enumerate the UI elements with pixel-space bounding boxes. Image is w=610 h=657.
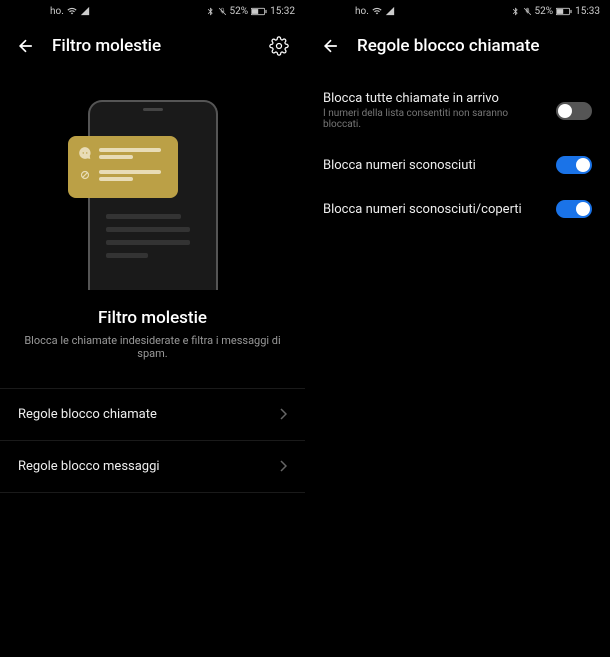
setting-label: Blocca tutte chiamate in arrivo [323, 91, 544, 106]
time-label: 15:32 [270, 6, 295, 17]
chat-icon [78, 146, 92, 160]
carrier-label: ho. [50, 6, 64, 17]
app-header: Filtro molestie [0, 22, 305, 70]
setting-label: Blocca numeri sconosciuti [323, 158, 544, 173]
signal-icon [385, 6, 395, 16]
setting-block-hidden: Blocca numeri sconosciuti/coperti [305, 187, 610, 231]
setting-block-all: Blocca tutte chiamate in arrivo I numeri… [305, 78, 610, 143]
menu-call-rules[interactable]: Regole blocco chiamate [0, 388, 305, 441]
settings-list: Blocca tutte chiamate in arrivo I numeri… [305, 70, 610, 231]
page-title: Filtro molestie [52, 36, 253, 56]
menu-label: Regole blocco chiamate [18, 407, 157, 422]
chevron-right-icon [279, 405, 287, 424]
menu-label: Regole blocco messaggi [18, 459, 160, 474]
setting-label: Blocca numeri sconosciuti/coperti [323, 202, 544, 217]
wifi-icon [372, 6, 382, 16]
mute-icon [523, 7, 532, 16]
feature-title: Filtro molestie [0, 308, 305, 328]
screen-filtro-molestie: ho. 52% 15:32 Filtro molestie [0, 0, 305, 657]
status-bar: ho. 52% 15:32 [0, 0, 305, 22]
signal-icon [80, 6, 90, 16]
chevron-right-icon [279, 457, 287, 476]
battery-icon [251, 7, 267, 16]
toggle-block-hidden[interactable] [556, 200, 592, 218]
mute-icon [218, 7, 227, 16]
toggle-block-all[interactable] [556, 102, 592, 120]
settings-button[interactable] [267, 34, 291, 58]
feature-description: Blocca le chiamate indesiderate e filtra… [0, 334, 305, 360]
time-label: 15:33 [575, 6, 600, 17]
phone-blocked-icon [78, 168, 92, 182]
bluetooth-icon [206, 7, 215, 16]
feature-illustration [0, 70, 305, 308]
battery-label: 52% [230, 6, 249, 17]
menu-message-rules[interactable]: Regole blocco messaggi [0, 441, 305, 493]
app-header: Regole blocco chiamate [305, 22, 610, 70]
screen-regole-blocco: ho. 52% 15:33 Regole blocco ch [305, 0, 610, 657]
menu-list: Regole blocco chiamate Regole blocco mes… [0, 388, 305, 493]
toggle-block-unknown[interactable] [556, 156, 592, 174]
bluetooth-icon [511, 7, 520, 16]
status-bar: ho. 52% 15:33 [305, 0, 610, 22]
setting-block-unknown: Blocca numeri sconosciuti [305, 143, 610, 187]
carrier-label: ho. [355, 6, 369, 17]
wifi-icon [67, 6, 77, 16]
page-title: Regole blocco chiamate [357, 36, 596, 56]
battery-label: 52% [535, 6, 554, 17]
back-button[interactable] [14, 34, 38, 58]
back-button[interactable] [319, 34, 343, 58]
setting-subtitle: I numeri della lista consentiti non sara… [323, 108, 544, 130]
battery-icon [556, 7, 572, 16]
